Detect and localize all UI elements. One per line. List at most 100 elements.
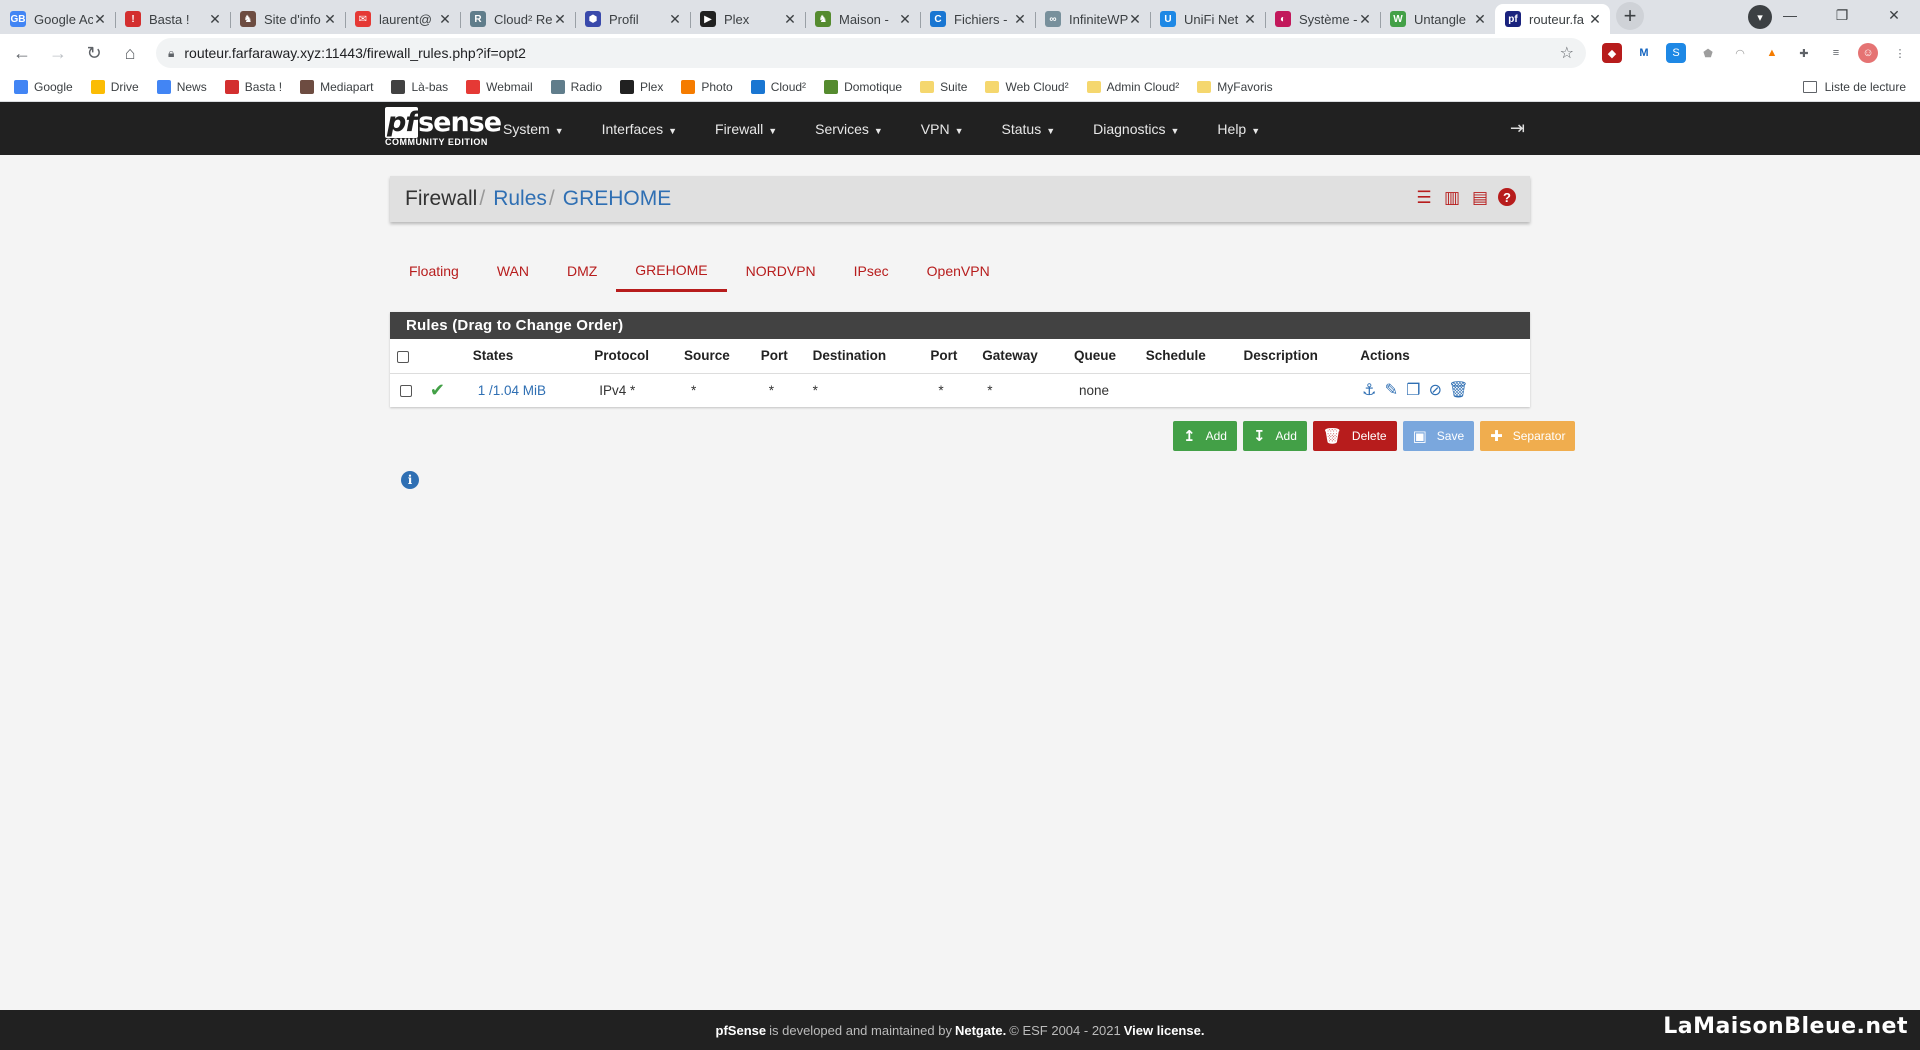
list-icon[interactable]: ▤: [1470, 188, 1490, 208]
browser-tab-9[interactable]: ∞ InfiniteWP ✕: [1035, 4, 1150, 34]
browser-menu-icon[interactable]: ⋮: [1890, 43, 1910, 63]
new-tab-button[interactable]: +: [1616, 2, 1644, 30]
close-window-icon[interactable]: ✕: [1868, 7, 1920, 24]
select-all-checkbox[interactable]: [397, 350, 409, 363]
menu-diagnostics[interactable]: Diagnostics ▼: [1093, 121, 1179, 137]
tab-close-icon[interactable]: ✕: [898, 11, 912, 28]
bookmark-folder-admin-cloud[interactable]: Admin Cloud²: [1086, 80, 1179, 94]
vlc-icon[interactable]: ▲: [1762, 43, 1782, 63]
tab-grehome[interactable]: GREHOME: [616, 250, 727, 292]
tab-nordvpn[interactable]: NORDVPN: [727, 250, 835, 292]
browser-tab-7[interactable]: ♞ Maison - ✕: [805, 4, 920, 34]
info-icon[interactable]: i: [401, 471, 419, 489]
tab-floating[interactable]: Floating: [390, 250, 478, 292]
reading-list[interactable]: Liste de lecture: [1802, 72, 1906, 102]
add-rule-bottom-button[interactable]: ↧ Add: [1242, 421, 1307, 451]
browser-tab-2[interactable]: ♞ Site d'info ✕: [230, 4, 345, 34]
help-icon[interactable]: ?: [1498, 188, 1516, 206]
bookmark-mediapart[interactable]: Mediapart: [300, 79, 373, 94]
browser-tab-3[interactable]: ✉ laurent@ ✕: [345, 4, 460, 34]
view-license-link[interactable]: View license.: [1124, 1023, 1205, 1038]
tab-close-icon[interactable]: ✕: [1243, 11, 1257, 28]
tab-close-icon[interactable]: ✕: [1473, 11, 1487, 28]
bookmark-folder-myfavoris[interactable]: MyFavoris: [1197, 80, 1273, 94]
minimize-icon[interactable]: —: [1764, 7, 1816, 23]
tab-close-icon[interactable]: ✕: [1128, 11, 1142, 28]
browser-tab-0[interactable]: GB Google Ac ✕: [0, 4, 115, 34]
tab-close-icon[interactable]: ✕: [208, 11, 222, 28]
browser-tab-13[interactable]: pf routeur.fa ✕: [1495, 4, 1610, 34]
tab-wan[interactable]: WAN: [478, 250, 548, 292]
edit-pencil-icon[interactable]: ✎: [1382, 380, 1400, 400]
address-url[interactable]: routeur.farfaraway.xyz:11443/firewall_ru…: [184, 45, 1559, 61]
menu-status[interactable]: Status ▼: [1002, 121, 1056, 137]
tab-close-icon[interactable]: ✕: [93, 11, 107, 28]
tab-close-icon[interactable]: ✕: [438, 11, 452, 28]
tab-dmz[interactable]: DMZ: [548, 250, 616, 292]
check-icon[interactable]: ✔: [430, 380, 445, 400]
menu-system[interactable]: System ▼: [503, 121, 564, 137]
logout-icon[interactable]: ⇥: [1510, 118, 1525, 139]
media-control-icon[interactable]: ≡: [1826, 43, 1846, 63]
extensions-puzzle-icon[interactable]: ✚: [1794, 43, 1814, 63]
delete-trash-icon[interactable]: 🗑︎: [1448, 380, 1468, 400]
browser-tab-5[interactable]: ⬢ Profil ✕: [575, 4, 690, 34]
ublock-icon[interactable]: ◆: [1602, 43, 1622, 63]
add-separator-button[interactable]: ✚ Separator: [1480, 421, 1576, 451]
bookmark-star-icon[interactable]: ☆: [1560, 43, 1574, 63]
shield-icon[interactable]: ⬟: [1698, 43, 1718, 63]
browser-tab-8[interactable]: C Fichiers - ✕: [920, 4, 1035, 34]
bookmark-radio[interactable]: Radio: [550, 79, 602, 94]
tab-openvpn[interactable]: OpenVPN: [908, 250, 1009, 292]
copy-icon[interactable]: ❐: [1404, 380, 1422, 400]
home-icon[interactable]: ⌂: [116, 39, 144, 67]
tab-close-icon[interactable]: ✕: [553, 11, 567, 28]
menu-help[interactable]: Help ▼: [1217, 121, 1260, 137]
tab-close-icon[interactable]: ✕: [1013, 11, 1027, 28]
bookmark-cloud[interactable]: Cloud²: [750, 79, 806, 94]
tab-ipsec[interactable]: IPsec: [835, 250, 908, 292]
bar-chart-icon[interactable]: ▥: [1442, 188, 1462, 208]
tab-close-icon[interactable]: ✕: [1588, 11, 1602, 28]
netgate-link[interactable]: Netgate.: [955, 1023, 1006, 1038]
tab-close-icon[interactable]: ✕: [783, 11, 797, 28]
bookmark-l-bas[interactable]: Là-bas: [391, 79, 448, 94]
bookmark-folder-suite[interactable]: Suite: [920, 80, 967, 94]
sliders-icon[interactable]: ☰: [1414, 188, 1434, 208]
menu-interfaces[interactable]: Interfaces ▼: [602, 121, 677, 137]
breadcrumb-grehome[interactable]: GREHOME: [563, 187, 672, 211]
anchor-icon[interactable]: ⚓︎: [1360, 380, 1378, 400]
save-button[interactable]: ▣ Save: [1402, 421, 1475, 451]
add-rule-top-button[interactable]: ↥ Add: [1173, 421, 1237, 451]
browser-tab-6[interactable]: ▶ Plex ✕: [690, 4, 805, 34]
bookmark-webmail[interactable]: Webmail: [466, 79, 533, 94]
bookmark-basta[interactable]: Basta !: [224, 79, 282, 94]
extension-m-icon[interactable]: M: [1634, 43, 1654, 63]
pfsense-logo[interactable]: pfsense COMMUNITY EDITION: [385, 107, 502, 147]
reload-icon[interactable]: ↻: [80, 39, 108, 67]
tab-close-icon[interactable]: ✕: [1358, 11, 1372, 28]
tab-close-icon[interactable]: ✕: [668, 11, 682, 28]
states-link[interactable]: 1 /1.04 MiB: [478, 383, 546, 398]
browser-tab-11[interactable]: ◐ Système - ✕: [1265, 4, 1380, 34]
browser-tab-1[interactable]: ! Basta ! ✕: [115, 4, 230, 34]
bookmark-folder-web-cloud[interactable]: Web Cloud²: [985, 80, 1069, 94]
maximize-icon[interactable]: ❐: [1816, 7, 1868, 24]
disable-icon[interactable]: ⊘: [1426, 380, 1444, 400]
row-checkbox[interactable]: [400, 385, 412, 398]
breadcrumb-rules[interactable]: Rules: [493, 187, 547, 211]
forward-icon[interactable]: →: [44, 39, 72, 67]
bookmark-domotique[interactable]: Domotique: [824, 79, 902, 94]
avatar[interactable]: ☺: [1858, 43, 1878, 63]
table-row[interactable]: ✔ 1 /1.04 MiB IPv4 * * * * * * none ⚓︎ ✎ ❐ ⊘ 🗑︎: [390, 373, 1530, 407]
browser-tab-10[interactable]: U UniFi Net ✕: [1150, 4, 1265, 34]
lock-icon[interactable]: 🔒︎: [168, 46, 174, 61]
browser-tab-12[interactable]: W Untangle ✕: [1380, 4, 1495, 34]
bookmark-news[interactable]: News: [156, 79, 207, 94]
bookmark-photo[interactable]: Photo: [681, 79, 733, 94]
menu-firewall[interactable]: Firewall ▼: [715, 121, 777, 137]
extension-s-icon[interactable]: S: [1666, 43, 1686, 63]
menu-services[interactable]: Services ▼: [815, 121, 883, 137]
back-icon[interactable]: ←: [8, 39, 36, 67]
bookmark-google[interactable]: Google: [14, 79, 73, 94]
